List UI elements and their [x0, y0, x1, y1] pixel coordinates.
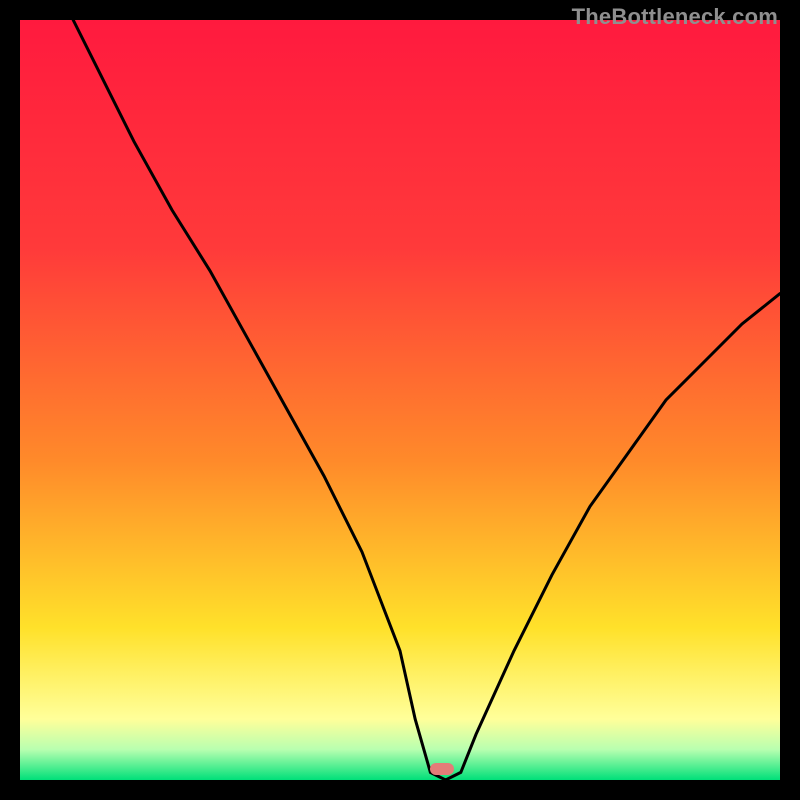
watermark-text: TheBottleneck.com: [572, 4, 778, 30]
chart-frame: TheBottleneck.com: [0, 0, 800, 800]
plot-area: [20, 20, 780, 780]
optimal-marker: [430, 763, 454, 775]
curve-path: [73, 20, 780, 780]
bottleneck-curve: [20, 20, 780, 780]
